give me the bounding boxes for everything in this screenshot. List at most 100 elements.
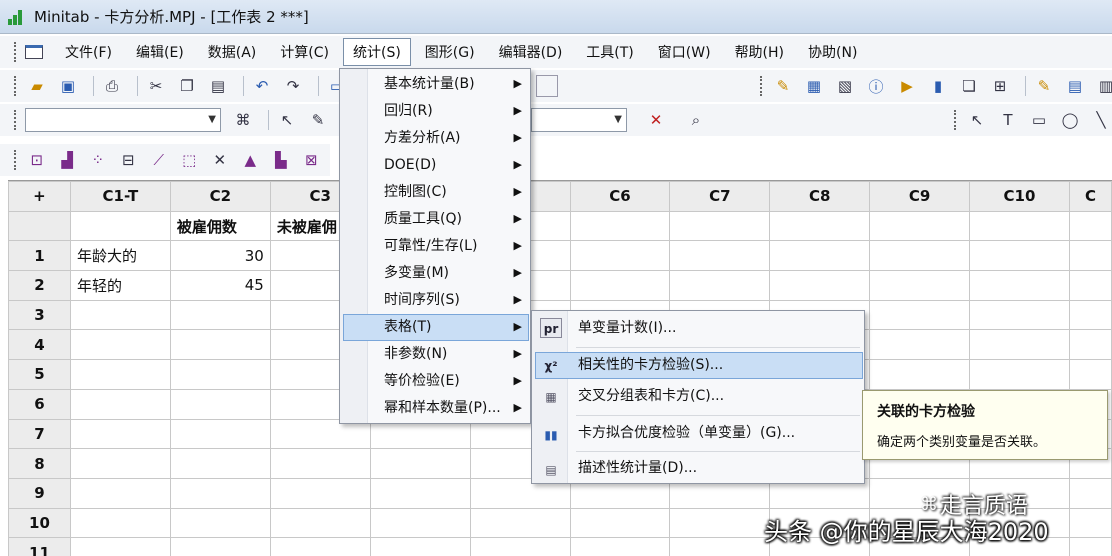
open-icon[interactable]: ▰ bbox=[25, 75, 49, 97]
column-header[interactable]: C7 bbox=[669, 181, 771, 212]
cell[interactable] bbox=[869, 270, 970, 301]
matrix-plot-icon[interactable]: ✕ bbox=[208, 149, 232, 171]
cell[interactable] bbox=[69, 477, 171, 509]
cell[interactable] bbox=[269, 507, 371, 539]
cell[interactable] bbox=[1068, 537, 1112, 556]
worksheet-icon[interactable] bbox=[536, 75, 558, 97]
row-header[interactable]: 11 bbox=[8, 537, 71, 556]
column-name-cell[interactable] bbox=[969, 210, 1070, 242]
corner-cell[interactable]: + bbox=[8, 181, 71, 212]
cell[interactable] bbox=[769, 270, 871, 301]
dotplot-icon[interactable]: ⁘ bbox=[86, 149, 110, 171]
menu-graph[interactable]: 图形(G) bbox=[415, 38, 485, 66]
layout-icon[interactable]: ▦ bbox=[802, 75, 826, 97]
cell[interactable] bbox=[69, 507, 171, 539]
cell[interactable] bbox=[69, 329, 171, 361]
cell[interactable] bbox=[69, 418, 171, 450]
scatter-graph-icon[interactable]: ⊡ bbox=[25, 149, 49, 171]
submenu-item-descriptive-stats[interactable]: 描述性统计量(D)... bbox=[578, 453, 858, 483]
row-header[interactable]: 6 bbox=[8, 388, 71, 420]
cell[interactable] bbox=[269, 537, 371, 556]
cell[interactable] bbox=[969, 299, 1070, 331]
cell[interactable] bbox=[769, 240, 871, 272]
report-icon[interactable]: ▤ bbox=[1063, 75, 1087, 97]
cell[interactable] bbox=[669, 240, 771, 272]
cell[interactable]: 年龄大的 bbox=[69, 240, 171, 272]
cell[interactable] bbox=[369, 507, 471, 539]
line-plot-icon[interactable]: ⟋ bbox=[147, 149, 171, 171]
menu-window[interactable]: 窗口(W) bbox=[648, 38, 721, 66]
delete-icon[interactable]: ✕ bbox=[644, 109, 668, 131]
submenu-item-chi-square-association[interactable]: 相关性的卡方检验(S)... bbox=[578, 350, 858, 380]
cell[interactable]: 年轻的 bbox=[69, 270, 171, 301]
toolbar-grip-icon[interactable] bbox=[14, 76, 17, 96]
menu-item-equivalence-tests[interactable]: 等价检验(E) ▶ bbox=[384, 368, 530, 394]
time-series-icon[interactable]: ⊠ bbox=[299, 149, 323, 171]
column-name-cell[interactable] bbox=[669, 210, 771, 242]
row-header[interactable] bbox=[8, 210, 71, 242]
new-page-icon[interactable]: ❏ bbox=[957, 75, 981, 97]
cell[interactable] bbox=[569, 240, 671, 272]
menu-data[interactable]: 数据(A) bbox=[198, 38, 267, 66]
menu-editor[interactable]: 编辑器(D) bbox=[489, 38, 573, 66]
save-icon[interactable]: ▣ bbox=[56, 75, 80, 97]
cell[interactable] bbox=[169, 329, 271, 361]
row-header[interactable]: 10 bbox=[8, 507, 71, 539]
cell[interactable]: 30 bbox=[169, 240, 271, 272]
bar-chart-icon[interactable]: ▙ bbox=[269, 149, 293, 171]
cell[interactable] bbox=[569, 507, 671, 539]
row-header[interactable]: 5 bbox=[8, 359, 71, 390]
cell[interactable] bbox=[1068, 299, 1112, 331]
cell[interactable] bbox=[669, 537, 771, 556]
cell[interactable] bbox=[869, 359, 970, 390]
cell[interactable] bbox=[869, 299, 970, 331]
area-graph-icon[interactable]: ▲ bbox=[238, 149, 262, 171]
3d-plot-icon[interactable]: ⬚ bbox=[177, 149, 201, 171]
next-icon[interactable]: ▶ bbox=[895, 75, 919, 97]
overlay-icon[interactable]: ▧ bbox=[833, 75, 857, 97]
menu-item-control-charts[interactable]: 控制图(C) ▶ bbox=[384, 179, 530, 205]
cell[interactable] bbox=[169, 299, 271, 331]
column-header[interactable]: C bbox=[1068, 181, 1112, 212]
info-icon[interactable]: ⓘ bbox=[864, 75, 888, 97]
document-icon[interactable] bbox=[25, 45, 43, 59]
pen-icon[interactable]: ✎ bbox=[306, 109, 330, 131]
cell[interactable] bbox=[169, 507, 271, 539]
cell[interactable] bbox=[169, 359, 271, 390]
cell[interactable] bbox=[69, 299, 171, 331]
row-header[interactable]: 1 bbox=[8, 240, 71, 272]
menu-item-regression[interactable]: 回归(R) ▶ bbox=[384, 98, 530, 124]
print-icon[interactable]: ⎙ bbox=[100, 75, 124, 97]
cell[interactable] bbox=[1068, 240, 1112, 272]
cell[interactable] bbox=[1068, 507, 1112, 539]
cell[interactable] bbox=[969, 359, 1070, 390]
menu-help[interactable]: 帮助(H) bbox=[725, 38, 794, 66]
column-name-cell[interactable] bbox=[69, 210, 171, 242]
menu-calc[interactable]: 计算(C) bbox=[270, 38, 339, 66]
column-header[interactable]: C1-T bbox=[69, 181, 171, 212]
cell[interactable] bbox=[369, 477, 471, 509]
redo-icon[interactable]: ↷ bbox=[281, 75, 305, 97]
column-header[interactable]: C9 bbox=[869, 181, 970, 212]
cell[interactable] bbox=[69, 537, 171, 556]
cell[interactable] bbox=[469, 507, 571, 539]
cell[interactable] bbox=[969, 270, 1070, 301]
menu-tools[interactable]: 工具(T) bbox=[576, 38, 643, 66]
cell[interactable] bbox=[1068, 329, 1112, 361]
brush-icon[interactable]: ⌘ bbox=[231, 109, 255, 131]
cell[interactable] bbox=[469, 537, 571, 556]
toolbar-grip-icon[interactable] bbox=[14, 110, 17, 130]
menu-edit[interactable]: 编辑(E) bbox=[126, 38, 194, 66]
cell[interactable] bbox=[169, 448, 271, 479]
zoom-icon[interactable]: ⌕ bbox=[684, 109, 708, 131]
undo-icon[interactable]: ↶ bbox=[250, 75, 274, 97]
text-tool-icon[interactable]: T bbox=[996, 109, 1020, 131]
branch-icon[interactable]: ⊞ bbox=[988, 75, 1012, 97]
row-header[interactable]: 7 bbox=[8, 418, 71, 450]
cell[interactable] bbox=[1068, 270, 1112, 301]
cell[interactable] bbox=[669, 507, 771, 539]
toolbar-grip-icon[interactable] bbox=[954, 110, 957, 130]
column-header[interactable]: C8 bbox=[769, 181, 871, 212]
cell[interactable]: 45 bbox=[169, 270, 271, 301]
toolbar-grip-icon[interactable] bbox=[14, 150, 17, 170]
